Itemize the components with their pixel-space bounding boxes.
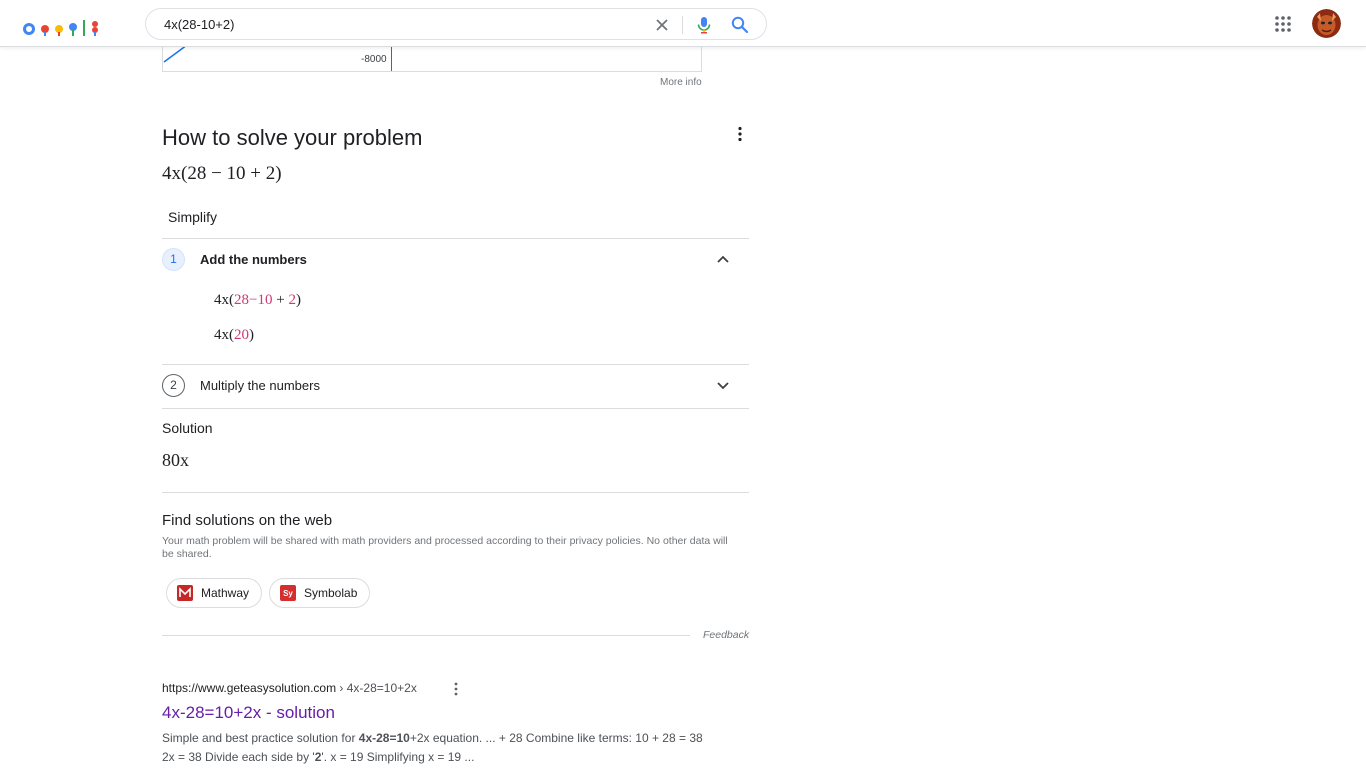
web-solutions-heading: Find solutions on the web	[162, 512, 333, 529]
more-options-icon[interactable]	[734, 126, 746, 142]
problem-expression-text: 4x(28 − 10 + 2)	[162, 163, 282, 184]
mathway-button[interactable]: Mathway	[166, 578, 263, 608]
step-line: 4x(20)	[214, 327, 254, 344]
feedback-link[interactable]: Feedback	[703, 629, 749, 641]
search-box[interactable]: 4x(28-10+2)	[145, 8, 767, 40]
search-divider	[682, 16, 683, 34]
method-label: Simplify	[168, 209, 218, 225]
search-header: 4x(28-10+2)	[0, 0, 1366, 47]
snippet-bold: 4x-28=10	[358, 731, 410, 745]
mic-icon[interactable]	[694, 15, 714, 35]
step-title[interactable]: Multiply the numbers	[200, 378, 320, 393]
google-doodle-icon[interactable]	[22, 14, 100, 36]
chevron-up-icon[interactable]	[716, 254, 730, 264]
divider	[162, 635, 690, 636]
solution-label: Solution	[162, 420, 213, 436]
snippet-text: '. x = 19 Simplifying x = 19 ...	[321, 750, 475, 764]
result-breadcrumb: › 4x-28=10+2x	[336, 681, 417, 695]
solver-heading: How to solve your problem	[162, 125, 423, 150]
problem-expression: 4x(28 − 10 + 2)	[162, 163, 282, 185]
step-number: 2	[162, 374, 185, 397]
math-text: 4x(	[214, 327, 234, 343]
result-snippet: Simple and best practice solution for 4x…	[162, 729, 707, 767]
math-highlight: 28−10	[234, 292, 273, 308]
close-icon[interactable]	[652, 15, 672, 35]
math-text: +	[272, 292, 289, 308]
mathway-label: Mathway	[201, 586, 250, 600]
math-text: 4x(	[214, 292, 234, 308]
symbolab-label: Symbolab	[304, 586, 358, 600]
solution-value: 80x	[162, 450, 189, 470]
step-title[interactable]: Add the numbers	[200, 252, 307, 267]
symbolab-logo-icon: Sy	[280, 585, 296, 601]
divider	[162, 238, 749, 239]
math-highlight: 2	[288, 292, 296, 308]
avatar-icon[interactable]	[1312, 9, 1341, 38]
privacy-note: Your math problem will be shared with ma…	[162, 535, 728, 560]
math-text: )	[249, 327, 254, 343]
graph-tick-label: -8000	[361, 54, 387, 65]
search-icon[interactable]	[730, 15, 750, 35]
result-url[interactable]: https://www.geteasysolution.com › 4x-28=…	[162, 681, 417, 695]
mathway-logo-icon	[177, 585, 193, 601]
step-number: 1	[162, 248, 185, 271]
divider	[162, 408, 749, 409]
more-info-link[interactable]: More info	[660, 77, 702, 88]
math-highlight: 20	[234, 327, 249, 343]
result-title-link[interactable]: 4x-28=10+2x - solution	[162, 703, 335, 723]
divider	[162, 492, 749, 493]
symbolab-button[interactable]: Sy Symbolab	[269, 578, 371, 608]
divider	[162, 364, 749, 365]
math-text: )	[295, 292, 301, 308]
snippet-text: Simple and best practice solution for	[162, 731, 359, 745]
step-line: 4x(28−10 + 2)	[214, 292, 301, 309]
result-site: https://www.geteasysolution.com	[162, 681, 337, 695]
search-input[interactable]: 4x(28-10+2)	[164, 17, 234, 32]
result-options-icon[interactable]	[452, 682, 460, 696]
apps-grid-icon[interactable]	[1274, 15, 1292, 33]
chevron-down-icon[interactable]	[716, 381, 730, 391]
